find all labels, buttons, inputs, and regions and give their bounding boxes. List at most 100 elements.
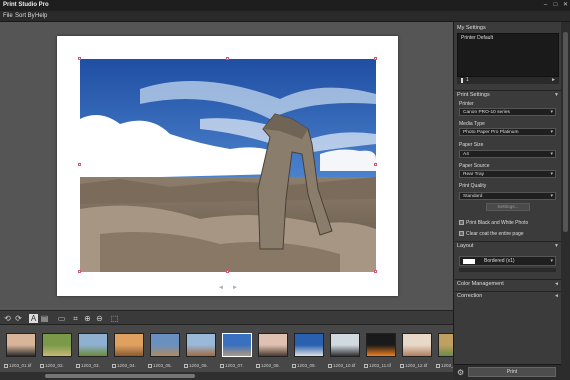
print-button[interactable]: Print bbox=[468, 367, 556, 377]
thumbnail[interactable]: 1203_06. bbox=[184, 330, 218, 368]
thumbnail-image[interactable] bbox=[78, 333, 108, 357]
thumbnail[interactable]: 1203_07. bbox=[220, 330, 254, 368]
next-page-icon[interactable]: ► bbox=[232, 285, 238, 291]
resize-handle-tr[interactable] bbox=[374, 57, 377, 60]
thumbnail-image[interactable] bbox=[222, 333, 252, 357]
my-settings-scroll-knob[interactable] bbox=[461, 78, 463, 83]
thumbnail-filename: 1203_08. bbox=[261, 363, 280, 368]
thumbnail[interactable]: 1203_08. bbox=[256, 330, 290, 368]
thumbnail-image[interactable] bbox=[42, 333, 72, 357]
thumbnail-image[interactable] bbox=[258, 333, 288, 357]
filmstrip-scroll-thumb[interactable] bbox=[45, 374, 195, 378]
thumbnail-image[interactable] bbox=[186, 333, 216, 357]
image-icon[interactable]: ▭ bbox=[57, 314, 66, 323]
resize-handle-b[interactable] bbox=[226, 270, 229, 273]
thumbnail-checkbox[interactable] bbox=[148, 363, 152, 368]
zoom-out-icon[interactable]: ⊖ bbox=[95, 314, 104, 323]
layout-select[interactable]: Bordered (x1) ▾ bbox=[459, 256, 556, 266]
thumbnail-checkbox[interactable] bbox=[292, 363, 296, 368]
resize-handle-t[interactable] bbox=[226, 57, 229, 60]
crop-icon[interactable]: ⌗ bbox=[71, 314, 80, 323]
text-tool-icon[interactable]: A bbox=[29, 314, 38, 323]
panel-scroll-thumb[interactable] bbox=[563, 32, 568, 232]
settings-button[interactable]: Settings... bbox=[486, 203, 530, 211]
my-settings-list[interactable]: Printer Default bbox=[457, 33, 559, 77]
thumbnail[interactable]: 1203_11.tif bbox=[364, 330, 398, 368]
thumbnail[interactable]: 1203_12.tif bbox=[400, 330, 434, 368]
thumbnail[interactable]: 1203_05. bbox=[148, 330, 182, 368]
maximize-icon[interactable]: □ bbox=[551, 1, 560, 9]
paper-source-select[interactable]: Rear Tray ▾ bbox=[459, 170, 556, 178]
menu-help[interactable]: Help bbox=[35, 13, 47, 19]
thumbnail-checkbox[interactable] bbox=[436, 363, 440, 368]
expand-icon[interactable]: ◄ bbox=[554, 292, 559, 301]
prev-page-icon[interactable]: ◄ bbox=[218, 285, 224, 291]
resize-handle-bl[interactable] bbox=[78, 270, 81, 273]
minimize-icon[interactable]: – bbox=[541, 1, 550, 9]
scroll-right-icon[interactable]: ► bbox=[551, 77, 556, 83]
resize-handle-r[interactable] bbox=[374, 163, 377, 166]
my-settings-header[interactable]: My Settings bbox=[455, 24, 561, 33]
gear-icon[interactable]: ⚙ bbox=[457, 368, 464, 377]
panel-scrollbar[interactable] bbox=[561, 22, 570, 380]
thumbnail[interactable]: 1203_01.tif bbox=[4, 330, 38, 368]
thumbnail-image[interactable] bbox=[438, 333, 453, 357]
thumbnail-checkbox[interactable] bbox=[328, 363, 332, 368]
thumbnail-checkbox[interactable] bbox=[184, 363, 188, 368]
close-icon[interactable]: ✕ bbox=[561, 1, 570, 9]
correction-label: Correction bbox=[457, 293, 483, 299]
my-settings-item[interactable]: Printer Default bbox=[459, 35, 557, 42]
thumbnail-checkbox[interactable] bbox=[4, 363, 8, 368]
thumbnail-image[interactable] bbox=[294, 333, 324, 357]
thumbnail-checkbox[interactable] bbox=[40, 363, 44, 368]
thumbnail-checkbox[interactable] bbox=[256, 363, 260, 368]
resize-handle-l[interactable] bbox=[78, 163, 81, 166]
resize-handle-br[interactable] bbox=[374, 270, 377, 273]
thumbnail-image[interactable] bbox=[6, 333, 36, 357]
menu-file[interactable]: File bbox=[3, 13, 13, 19]
page-icon[interactable]: ▤ bbox=[40, 314, 49, 323]
thumbnail-image[interactable] bbox=[114, 333, 144, 357]
checkbox-box[interactable] bbox=[459, 231, 464, 237]
collapse-icon[interactable]: ▼ bbox=[554, 242, 559, 251]
thumbnail[interactable]: 1203_13. bbox=[436, 330, 453, 368]
my-settings-scrollbar[interactable]: 1 ► bbox=[457, 77, 559, 84]
thumbnail-checkbox[interactable] bbox=[220, 363, 224, 368]
expand-icon[interactable]: ◄ bbox=[554, 280, 559, 289]
media-type-select[interactable]: Photo Paper Pro Platinum ▾ bbox=[459, 128, 556, 136]
thumbnail-checkbox[interactable] bbox=[364, 363, 368, 368]
thumbnail-checkbox[interactable] bbox=[400, 363, 404, 368]
thumbnail-image[interactable] bbox=[402, 333, 432, 357]
printer-select[interactable]: Canon PRO-10 series ▾ bbox=[459, 108, 556, 116]
rotate-left-icon[interactable]: ⟲ bbox=[3, 314, 12, 323]
thumbnail[interactable]: 1203_03. bbox=[76, 330, 110, 368]
filmstrip-scrollbar[interactable] bbox=[0, 372, 453, 380]
resize-handle-tl[interactable] bbox=[78, 57, 81, 60]
menu-sort-by[interactable]: Sort By bbox=[15, 13, 35, 19]
bw-photo-checkbox[interactable]: Print Black and White Photo bbox=[459, 220, 528, 226]
thumbnail[interactable]: 1203_04. bbox=[112, 330, 146, 368]
thumbnail-checkbox[interactable] bbox=[112, 363, 116, 368]
collapse-icon[interactable]: ▼ bbox=[554, 91, 559, 100]
print-quality-select[interactable]: Standard ▾ bbox=[459, 192, 556, 200]
thumbnail-image[interactable] bbox=[366, 333, 396, 357]
print-settings-header[interactable]: Print Settings ▼ bbox=[455, 90, 561, 99]
correction-header[interactable]: Correction ◄ bbox=[455, 291, 561, 300]
preview-photo[interactable] bbox=[80, 59, 376, 272]
thumbnail[interactable]: 1203_09. bbox=[292, 330, 326, 368]
rotate-right-icon[interactable]: ⟳ bbox=[14, 314, 23, 323]
fit-icon[interactable]: ⬚ bbox=[110, 314, 119, 323]
color-management-header[interactable]: Color Management ◄ bbox=[455, 279, 561, 288]
thumbnail[interactable]: 1203_10.tif bbox=[328, 330, 362, 368]
thumbnail-image[interactable] bbox=[330, 333, 360, 357]
thumbnail-image[interactable] bbox=[150, 333, 180, 357]
thumbnail[interactable]: 1203_02. bbox=[40, 330, 74, 368]
layout-scrollbar[interactable] bbox=[459, 268, 556, 272]
thumbnail-checkbox[interactable] bbox=[76, 363, 80, 368]
paper-size-select[interactable]: A4 ▾ bbox=[459, 150, 556, 158]
zoom-in-icon[interactable]: ⊕ bbox=[83, 314, 92, 323]
layout-header[interactable]: Layout ▼ bbox=[455, 241, 561, 250]
checkbox-box[interactable] bbox=[459, 220, 464, 226]
chevron-down-icon: ▾ bbox=[550, 109, 553, 115]
clear-coat-checkbox[interactable]: Clear coat the entire page bbox=[459, 231, 524, 237]
